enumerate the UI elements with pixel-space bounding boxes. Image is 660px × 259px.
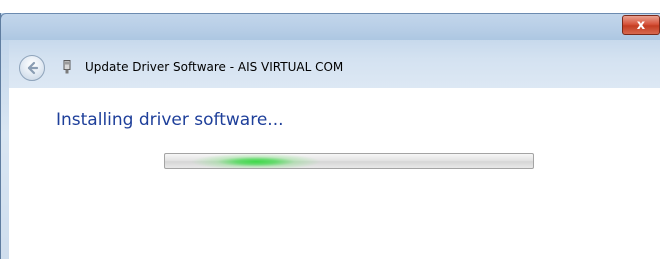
window-title: Update Driver Software - AIS VIRTUAL COM (85, 60, 344, 74)
back-button[interactable] (19, 55, 45, 81)
installation-progress-bar (164, 153, 534, 169)
back-arrow-icon (27, 61, 39, 75)
window-frame-left (0, 13, 9, 259)
page-heading: Installing driver software... (56, 110, 284, 130)
update-driver-window: x Update Driver Software - AIS VIRTUAL C… (0, 0, 660, 259)
title-bar[interactable] (0, 13, 660, 40)
progress-marquee (191, 154, 321, 168)
usb-device-icon (63, 60, 71, 74)
close-button[interactable]: x (622, 15, 660, 35)
close-icon: x (636, 17, 646, 33)
